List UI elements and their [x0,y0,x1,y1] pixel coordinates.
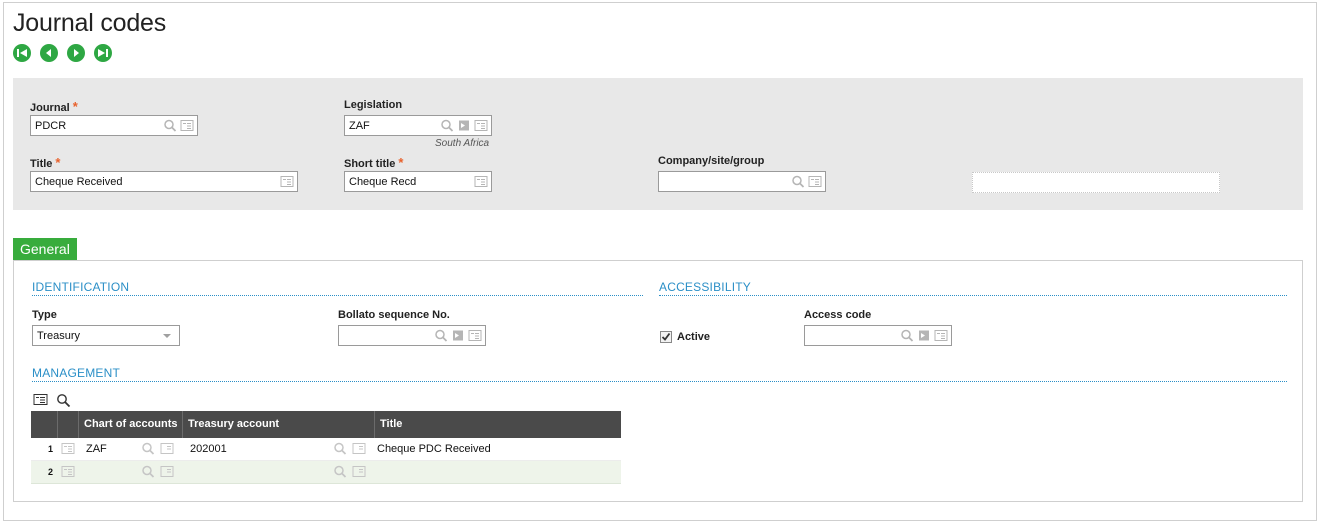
title-value: Cheque Received [35,176,123,188]
search-icon[interactable] [900,329,914,342]
row-number-header [31,411,57,438]
type-label: Type [32,309,57,321]
treasury-account-cell[interactable]: 202001 [190,438,227,461]
detail-card-icon[interactable] [280,175,294,188]
bollato-sequence-label: Bollato sequence No. [338,309,450,321]
skip-first-icon [17,49,27,57]
detail-card-icon[interactable] [160,442,174,455]
section-divider [659,295,1287,296]
legislation-field[interactable]: ZAF [344,115,492,136]
row-detail-icon[interactable] [61,442,75,455]
table-row[interactable]: 2 [31,461,621,484]
page-title: Journal codes [13,9,167,37]
column-header-chart-of-accounts[interactable]: Chart of accounts [78,411,182,438]
section-divider [32,295,643,296]
accessibility-section-title: ACCESSIBILITY [659,280,751,294]
row-action-header [57,411,78,438]
active-checkbox[interactable] [660,331,672,343]
table-row[interactable]: 1 ZAF 202001 Cheque PDC Received [31,438,621,461]
title-field[interactable]: Cheque Received [30,171,298,192]
identification-section-title: IDENTIFICATION [32,280,130,294]
search-icon[interactable] [440,119,454,132]
detail-card-icon[interactable] [180,119,194,132]
jump-to-icon[interactable] [451,329,465,342]
grid-detail-icon[interactable] [33,393,48,406]
detail-card-icon[interactable] [474,119,488,132]
chevron-left-icon [46,49,51,57]
chevron-right-icon [74,49,79,57]
column-header-title[interactable]: Title [374,411,621,438]
detail-card-icon[interactable] [160,465,174,478]
required-asterisk-icon: * [398,155,404,170]
detail-card-icon[interactable] [352,442,366,455]
row-detail-icon[interactable] [61,465,75,478]
next-record-button[interactable] [67,44,85,62]
short-title-value: Cheque Recd [349,176,417,188]
checkmark-icon [661,332,671,341]
access-code-field[interactable] [804,325,952,346]
tab-general[interactable]: General [13,238,77,260]
title-label: Title * [30,155,61,170]
search-icon[interactable] [141,465,155,478]
company-site-group-label: Company/site/group [658,155,765,167]
access-code-label: Access code [804,309,872,321]
active-label: Active [677,331,711,343]
row-number: 1 [47,444,53,454]
bollato-sequence-field[interactable] [338,325,486,346]
title-cell[interactable]: Cheque PDC Received [377,438,491,461]
short-title-label: Short title * [344,155,404,170]
legislation-value: ZAF [349,120,370,132]
required-asterisk-icon: * [55,155,61,170]
search-icon[interactable] [791,175,805,188]
detail-card-icon[interactable] [352,465,366,478]
record-navigation [13,44,112,62]
type-select[interactable]: Treasury [32,325,180,346]
type-value: Treasury [37,330,80,342]
journal-label: Journal * [30,99,78,114]
jump-to-icon[interactable] [457,119,471,132]
row-number: 2 [47,467,53,477]
legislation-label: Legislation [344,99,403,111]
unlabeled-display-field [972,172,1220,193]
header-panel: Journal * PDCR Legislation ZAF South Afri… [13,78,1303,210]
search-icon[interactable] [434,329,448,342]
detail-card-icon[interactable] [808,175,822,188]
search-icon[interactable] [333,465,347,478]
chevron-down-icon [163,334,171,338]
grid-search-icon[interactable] [56,393,71,407]
section-divider [32,381,1287,382]
detail-card-icon[interactable] [474,175,488,188]
journal-value: PDCR [35,120,67,132]
grid-toolbar [33,393,71,407]
company-site-group-field[interactable] [658,171,826,192]
legislation-description: South Africa [435,138,490,149]
grid-header-row: Chart of accounts Treasury account Title [31,411,621,438]
journal-field[interactable]: PDCR [30,115,198,136]
previous-record-button[interactable] [40,44,58,62]
short-title-field[interactable]: Cheque Recd [344,171,492,192]
search-icon[interactable] [333,442,347,455]
required-asterisk-icon: * [72,99,78,114]
search-icon[interactable] [141,442,155,455]
chart-of-accounts-cell[interactable]: ZAF [86,438,107,461]
first-record-button[interactable] [13,44,31,62]
detail-card-icon[interactable] [934,329,948,342]
management-section-title: MANAGEMENT [32,366,121,380]
jump-to-icon[interactable] [917,329,931,342]
column-header-treasury-account[interactable]: Treasury account [182,411,374,438]
last-record-button[interactable] [94,44,112,62]
search-icon[interactable] [163,119,177,132]
skip-last-icon [98,49,108,57]
detail-card-icon[interactable] [468,329,482,342]
